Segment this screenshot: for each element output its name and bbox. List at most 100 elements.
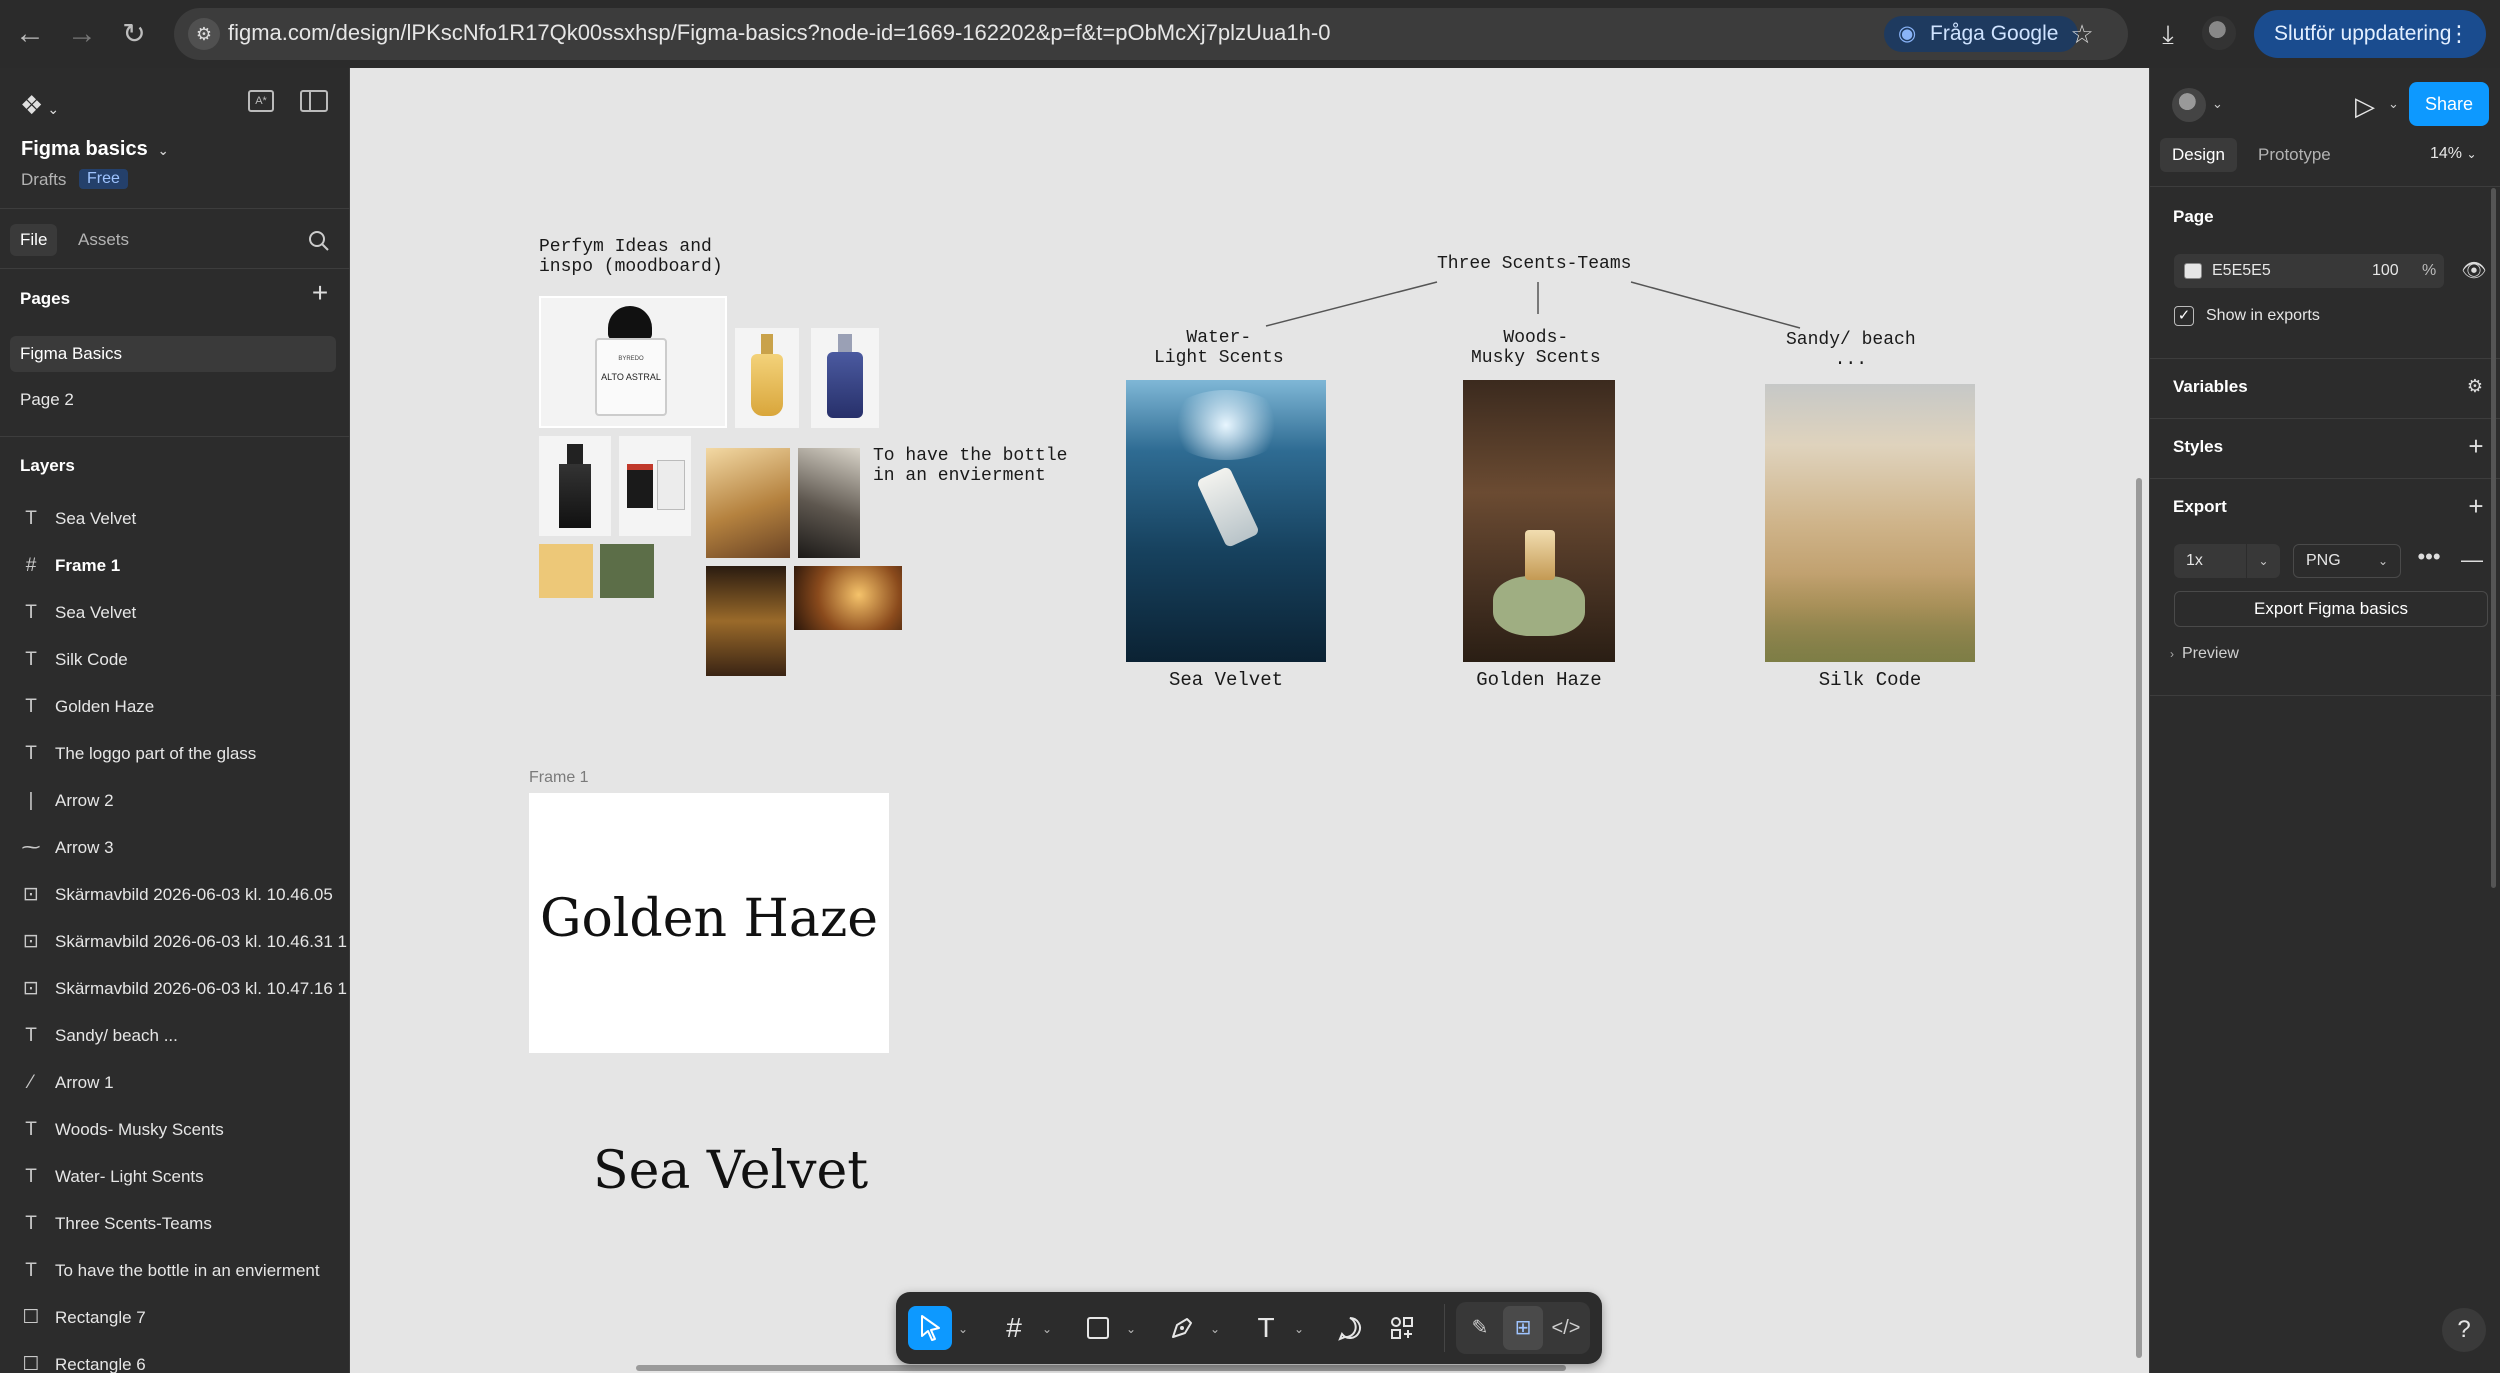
share-button[interactable]: Share bbox=[2409, 82, 2489, 126]
caption-silk-code[interactable]: Silk Code bbox=[1770, 669, 1970, 691]
tab-assets[interactable]: Assets bbox=[68, 224, 139, 256]
layer-row[interactable]: T Silk Code bbox=[0, 637, 350, 684]
panel-scrollbar[interactable] bbox=[2491, 188, 2496, 888]
team-woods-label[interactable]: Woods- Musky Scents bbox=[1471, 328, 1601, 368]
plan-badge[interactable]: Free bbox=[79, 169, 128, 189]
layer-row[interactable]: ⁓ Arrow 3 bbox=[0, 825, 350, 872]
team-water-label[interactable]: Water- Light Scents bbox=[1154, 328, 1284, 368]
show-in-exports-label[interactable]: Show in exports bbox=[2206, 307, 2320, 325]
add-export-icon[interactable]: + bbox=[2464, 493, 2488, 519]
pen-tool-icon[interactable] bbox=[1160, 1306, 1204, 1350]
drafts-location[interactable]: Drafts bbox=[21, 170, 66, 190]
export-scale-select[interactable]: 1x ⌄ bbox=[2174, 544, 2280, 578]
draw-mode-icon[interactable]: ✎ bbox=[1460, 1306, 1500, 1350]
layer-row[interactable]: ⊡ Skärmavbild 2026-06-03 kl. 10.46.05 bbox=[0, 872, 350, 919]
dev-mode-icon[interactable]: </> bbox=[1546, 1306, 1586, 1350]
tab-design[interactable]: Design bbox=[2160, 138, 2237, 172]
show-in-exports-checkbox[interactable]: ✓ bbox=[2174, 306, 2194, 326]
golden-haze-image[interactable] bbox=[1463, 380, 1615, 662]
figma-main-menu[interactable]: ❖ ⌄ bbox=[20, 90, 59, 121]
layer-row[interactable]: T Golden Haze bbox=[0, 684, 350, 731]
chevron-down-icon[interactable]: ⌄ bbox=[2388, 96, 2399, 112]
layer-row[interactable]: T Water- Light Scents bbox=[0, 1154, 350, 1201]
move-tool-icon[interactable] bbox=[908, 1306, 952, 1350]
text-tool-icon[interactable]: T bbox=[1244, 1306, 1288, 1350]
profile-avatar[interactable] bbox=[2202, 16, 2236, 50]
caption-sea-velvet[interactable]: Sea Velvet bbox=[1126, 669, 1326, 691]
url-text[interactable]: figma.com/design/lPKscNfo1R17Qk00ssxhsp/… bbox=[228, 20, 1330, 46]
design-mode-icon[interactable]: ⊞ bbox=[1503, 1306, 1543, 1350]
layer-row[interactable]: ⁄ Arrow 1 bbox=[0, 1060, 350, 1107]
ask-google-button[interactable]: ◉ Fråga Google bbox=[1884, 16, 2079, 52]
back-arrow-icon[interactable]: ← bbox=[10, 14, 50, 54]
layer-row[interactable]: | Arrow 2 bbox=[0, 778, 350, 825]
layer-row[interactable]: T Woods- Musky Scents bbox=[0, 1107, 350, 1154]
download-icon[interactable]: ⤓ bbox=[2148, 14, 2188, 54]
comment-tool-icon[interactable] bbox=[1328, 1306, 1372, 1350]
chevron-down-icon[interactable]: ⌄ bbox=[2212, 96, 2223, 112]
layer-row[interactable]: T To have the bottle in an envierment bbox=[0, 1248, 350, 1295]
address-bar[interactable]: ⚙ figma.com/design/lPKscNfo1R17Qk00ssxhs… bbox=[174, 8, 2128, 60]
ai-assist-icon[interactable]: A* bbox=[248, 90, 274, 112]
present-play-icon[interactable]: ▷ bbox=[2345, 86, 2385, 126]
canvas-horizontal-scrollbar[interactable] bbox=[636, 1365, 1566, 1371]
rectangle-tool-icon[interactable] bbox=[1076, 1306, 1120, 1350]
variables-header[interactable]: Variables bbox=[2173, 377, 2248, 397]
add-page-icon[interactable]: + bbox=[306, 279, 334, 308]
tab-file[interactable]: File bbox=[10, 224, 58, 256]
layer-row[interactable]: ⊡ Skärmavbild 2026-06-03 kl. 10.46.31 1 bbox=[0, 919, 350, 966]
reload-icon[interactable]: ↻ bbox=[114, 14, 154, 54]
finish-update-button[interactable]: Slutför uppdatering ⋮ bbox=[2254, 10, 2486, 58]
layer-row[interactable]: T Sandy/ beach ... bbox=[0, 1013, 350, 1060]
chevron-down-icon[interactable]: ⌄ bbox=[1124, 1322, 1138, 1336]
remove-export-icon[interactable]: — bbox=[2457, 547, 2487, 575]
layer-row[interactable]: T Sea Velvet bbox=[0, 590, 350, 637]
add-style-icon[interactable]: + bbox=[2464, 433, 2488, 459]
variables-settings-icon[interactable]: ⚙ bbox=[2463, 374, 2487, 398]
sidebar-toggle-icon[interactable] bbox=[300, 90, 328, 112]
background-swatch[interactable] bbox=[2184, 263, 2202, 279]
frame-1-title[interactable]: Golden Haze bbox=[529, 889, 889, 949]
team-sandy-label[interactable]: Sandy/ beach ... bbox=[1786, 330, 1916, 370]
user-avatar[interactable] bbox=[2172, 88, 2206, 122]
chevron-down-icon[interactable]: ⌄ bbox=[956, 1322, 970, 1336]
search-icon[interactable] bbox=[306, 228, 332, 254]
layer-row[interactable]: T Sea Velvet bbox=[0, 496, 350, 543]
help-button[interactable]: ? bbox=[2442, 1308, 2486, 1352]
design-canvas[interactable]: Perfym Ideas and inspo (moodboard) BYRED… bbox=[351, 68, 2148, 1373]
site-settings-icon[interactable]: ⚙ bbox=[188, 18, 220, 50]
more-options-icon[interactable]: ••• bbox=[2414, 546, 2444, 575]
zoom-level-menu[interactable]: 14% ⌄ bbox=[2430, 145, 2477, 163]
chevron-down-icon[interactable]: ⌄ bbox=[1040, 1322, 1054, 1336]
chevron-down-icon[interactable]: ⌄ bbox=[1292, 1322, 1306, 1336]
file-name-menu[interactable]: Figma basics ⌄ bbox=[21, 138, 169, 161]
export-format-select[interactable]: PNG ⌄ bbox=[2293, 544, 2401, 578]
sea-velvet-image[interactable] bbox=[1126, 380, 1326, 662]
page-background-field[interactable]: E5E5E5 100 % bbox=[2174, 254, 2444, 288]
page-item-page-2[interactable]: Page 2 bbox=[10, 382, 336, 418]
forward-arrow-icon[interactable]: → bbox=[62, 14, 102, 54]
bookmark-star-icon[interactable]: ☆ bbox=[2064, 16, 2100, 52]
frame-tool-icon[interactable]: # bbox=[992, 1306, 1036, 1350]
eye-icon[interactable]: 👁 bbox=[2461, 258, 2487, 284]
frame-1-label[interactable]: Frame 1 bbox=[529, 769, 589, 787]
silk-code-image[interactable] bbox=[1765, 384, 1975, 662]
sea-velvet-text[interactable]: Sea Velvet bbox=[593, 1141, 868, 1201]
actions-tool-icon[interactable] bbox=[1380, 1306, 1424, 1350]
tab-prototype[interactable]: Prototype bbox=[2246, 138, 2343, 172]
chevron-down-icon[interactable]: ⌄ bbox=[1208, 1322, 1222, 1336]
frame-1[interactable]: Golden Haze bbox=[529, 793, 889, 1053]
background-opacity[interactable]: 100 bbox=[2372, 262, 2399, 280]
caption-golden-haze[interactable]: Golden Haze bbox=[1439, 669, 1639, 691]
layer-row[interactable]: # Frame 1 bbox=[0, 543, 350, 590]
page-item-figma-basics[interactable]: Figma Basics bbox=[10, 336, 336, 372]
layer-row[interactable]: ☐ Rectangle 7 bbox=[0, 1295, 350, 1342]
layer-row[interactable]: ⊡ Skärmavbild 2026-06-03 kl. 10.47.16 1 bbox=[0, 966, 350, 1013]
layer-row[interactable]: T The loggo part of the glass bbox=[0, 731, 350, 778]
background-hex[interactable]: E5E5E5 bbox=[2212, 262, 2271, 280]
canvas-vertical-scrollbar[interactable] bbox=[2136, 478, 2142, 1358]
preview-toggle[interactable]: › Preview bbox=[2170, 645, 2239, 663]
layer-row[interactable]: ☐ Rectangle 6 bbox=[0, 1342, 350, 1373]
export-button[interactable]: Export Figma basics bbox=[2174, 591, 2488, 627]
layer-row[interactable]: T Three Scents-Teams bbox=[0, 1201, 350, 1248]
